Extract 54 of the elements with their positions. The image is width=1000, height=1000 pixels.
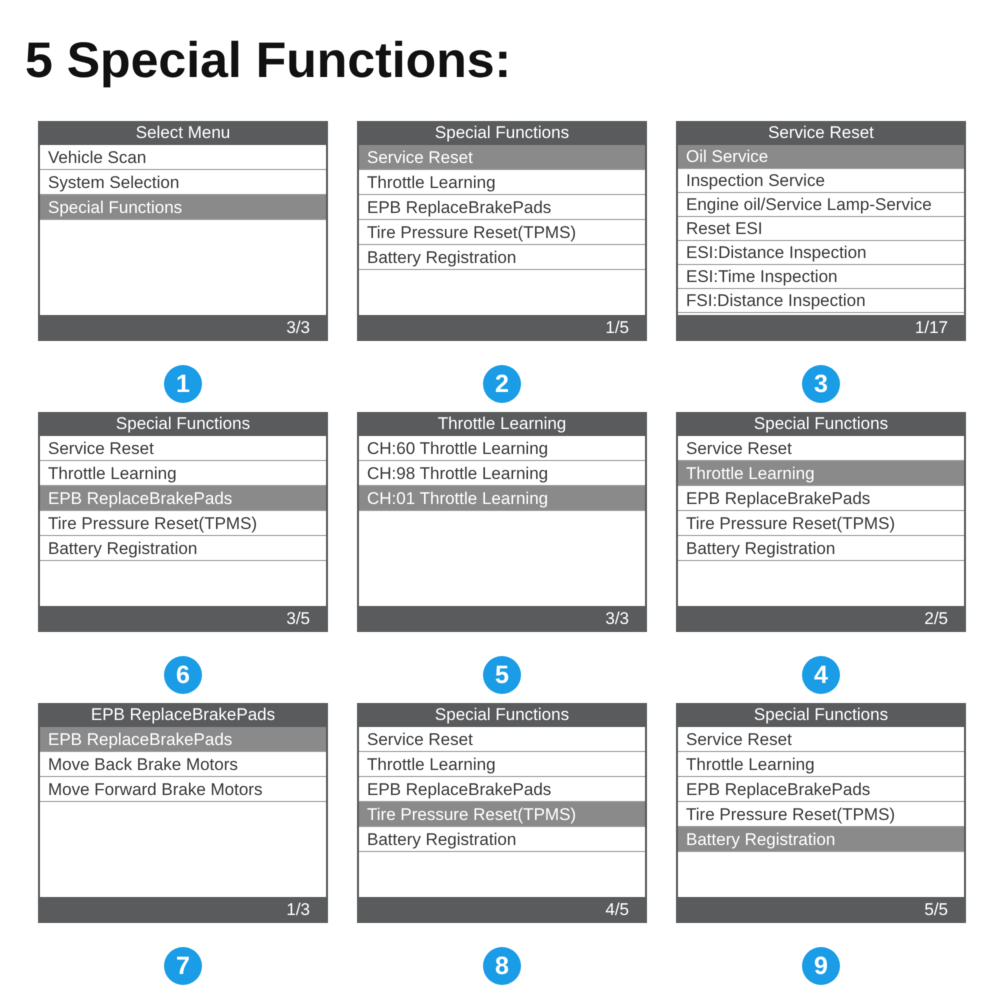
menu-item[interactable]: Service Reset — [40, 436, 326, 461]
step-number: 1 — [164, 365, 202, 403]
menu-item[interactable]: Service Reset — [678, 727, 964, 752]
menu-item[interactable]: ESI:Distance Inspection — [678, 241, 964, 265]
step-number: 2 — [483, 365, 521, 403]
menu-item[interactable]: EPB ReplaceBrakePads — [678, 777, 964, 802]
screen-title: EPB ReplaceBrakePads — [90, 704, 276, 726]
menu-item[interactable]: ESI:Time Inspection — [678, 265, 964, 289]
menu-item[interactable]: EPB ReplaceBrakePads — [359, 195, 645, 220]
menu-item[interactable]: Inspection Service — [678, 169, 964, 193]
step-number: 5 — [483, 656, 521, 694]
screen-title: Special Functions — [752, 413, 890, 435]
menu-item[interactable]: Battery Registration — [40, 536, 326, 561]
screen-title: Select Menu — [134, 122, 232, 144]
screen-title: Special Functions — [434, 704, 570, 726]
screen-title: Throttle Learning — [436, 413, 568, 435]
page-counter: 1/5 — [604, 317, 630, 339]
menu-item[interactable]: Tire Pressure Reset(TPMS) — [359, 220, 645, 245]
menu-item[interactable]: Throttle Learning — [359, 170, 645, 195]
step-number: 8 — [483, 947, 521, 985]
page-counter: 1/17 — [914, 317, 949, 339]
menu-item[interactable]: Move Back Brake Motors — [40, 752, 326, 777]
page-counter: 3/3 — [604, 608, 630, 630]
menu-item[interactable]: FSI:Distance Inspection — [678, 289, 964, 313]
step-number: 6 — [164, 656, 202, 694]
menu-item[interactable]: Tire Pressure Reset(TPMS) — [40, 511, 326, 536]
menu-item[interactable]: Service Reset — [359, 727, 645, 752]
menu-item[interactable]: Throttle Learning — [359, 752, 645, 777]
step-number: 3 — [802, 365, 840, 403]
screen-title: Service Reset — [767, 122, 875, 144]
menu-item[interactable]: EPB ReplaceBrakePads — [678, 486, 964, 511]
menu-item[interactable]: Move Forward Brake Motors — [40, 777, 326, 802]
page-counter: 3/3 — [285, 317, 311, 339]
page-heading: 5 Special Functions: — [25, 31, 512, 90]
page-counter: 4/5 — [604, 899, 630, 921]
page-counter: 2/5 — [923, 608, 949, 630]
page-counter: 3/5 — [285, 608, 311, 630]
step-number: 9 — [802, 947, 840, 985]
page-counter: 5/5 — [923, 899, 949, 921]
step-number: 4 — [802, 656, 840, 694]
menu-item[interactable]: Battery Registration — [359, 827, 645, 852]
screen-title: Special Functions — [752, 704, 890, 726]
menu-item[interactable]: Tire Pressure Reset(TPMS) — [678, 511, 964, 536]
menu-item[interactable]: Battery Registration — [678, 536, 964, 561]
step-number: 7 — [164, 947, 202, 985]
menu-item[interactable]: CH:60 Throttle Learning — [359, 436, 645, 461]
menu-item[interactable]: Engine oil/Service Lamp-Service — [678, 193, 964, 217]
screen-title: Special Functions — [114, 413, 252, 435]
screen-title: Special Functions — [434, 122, 570, 144]
menu-item[interactable]: Battery Registration — [359, 245, 645, 270]
menu-item[interactable]: Reset ESI — [678, 217, 964, 241]
menu-item[interactable]: Throttle Learning — [678, 752, 964, 777]
menu-item[interactable]: Vehicle Scan — [40, 145, 326, 170]
page-counter: 1/3 — [285, 899, 311, 921]
